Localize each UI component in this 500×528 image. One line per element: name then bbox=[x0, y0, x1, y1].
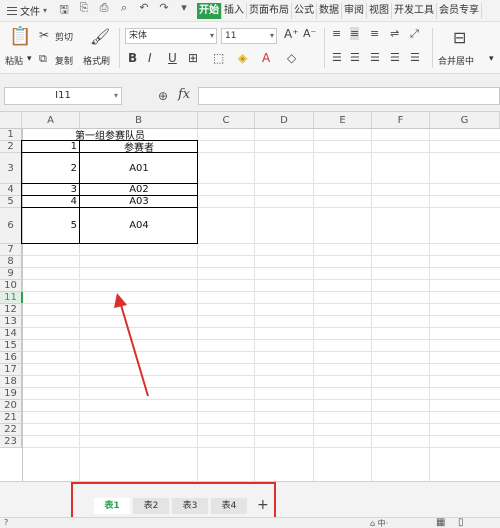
annotation-arrow bbox=[114, 293, 149, 397]
